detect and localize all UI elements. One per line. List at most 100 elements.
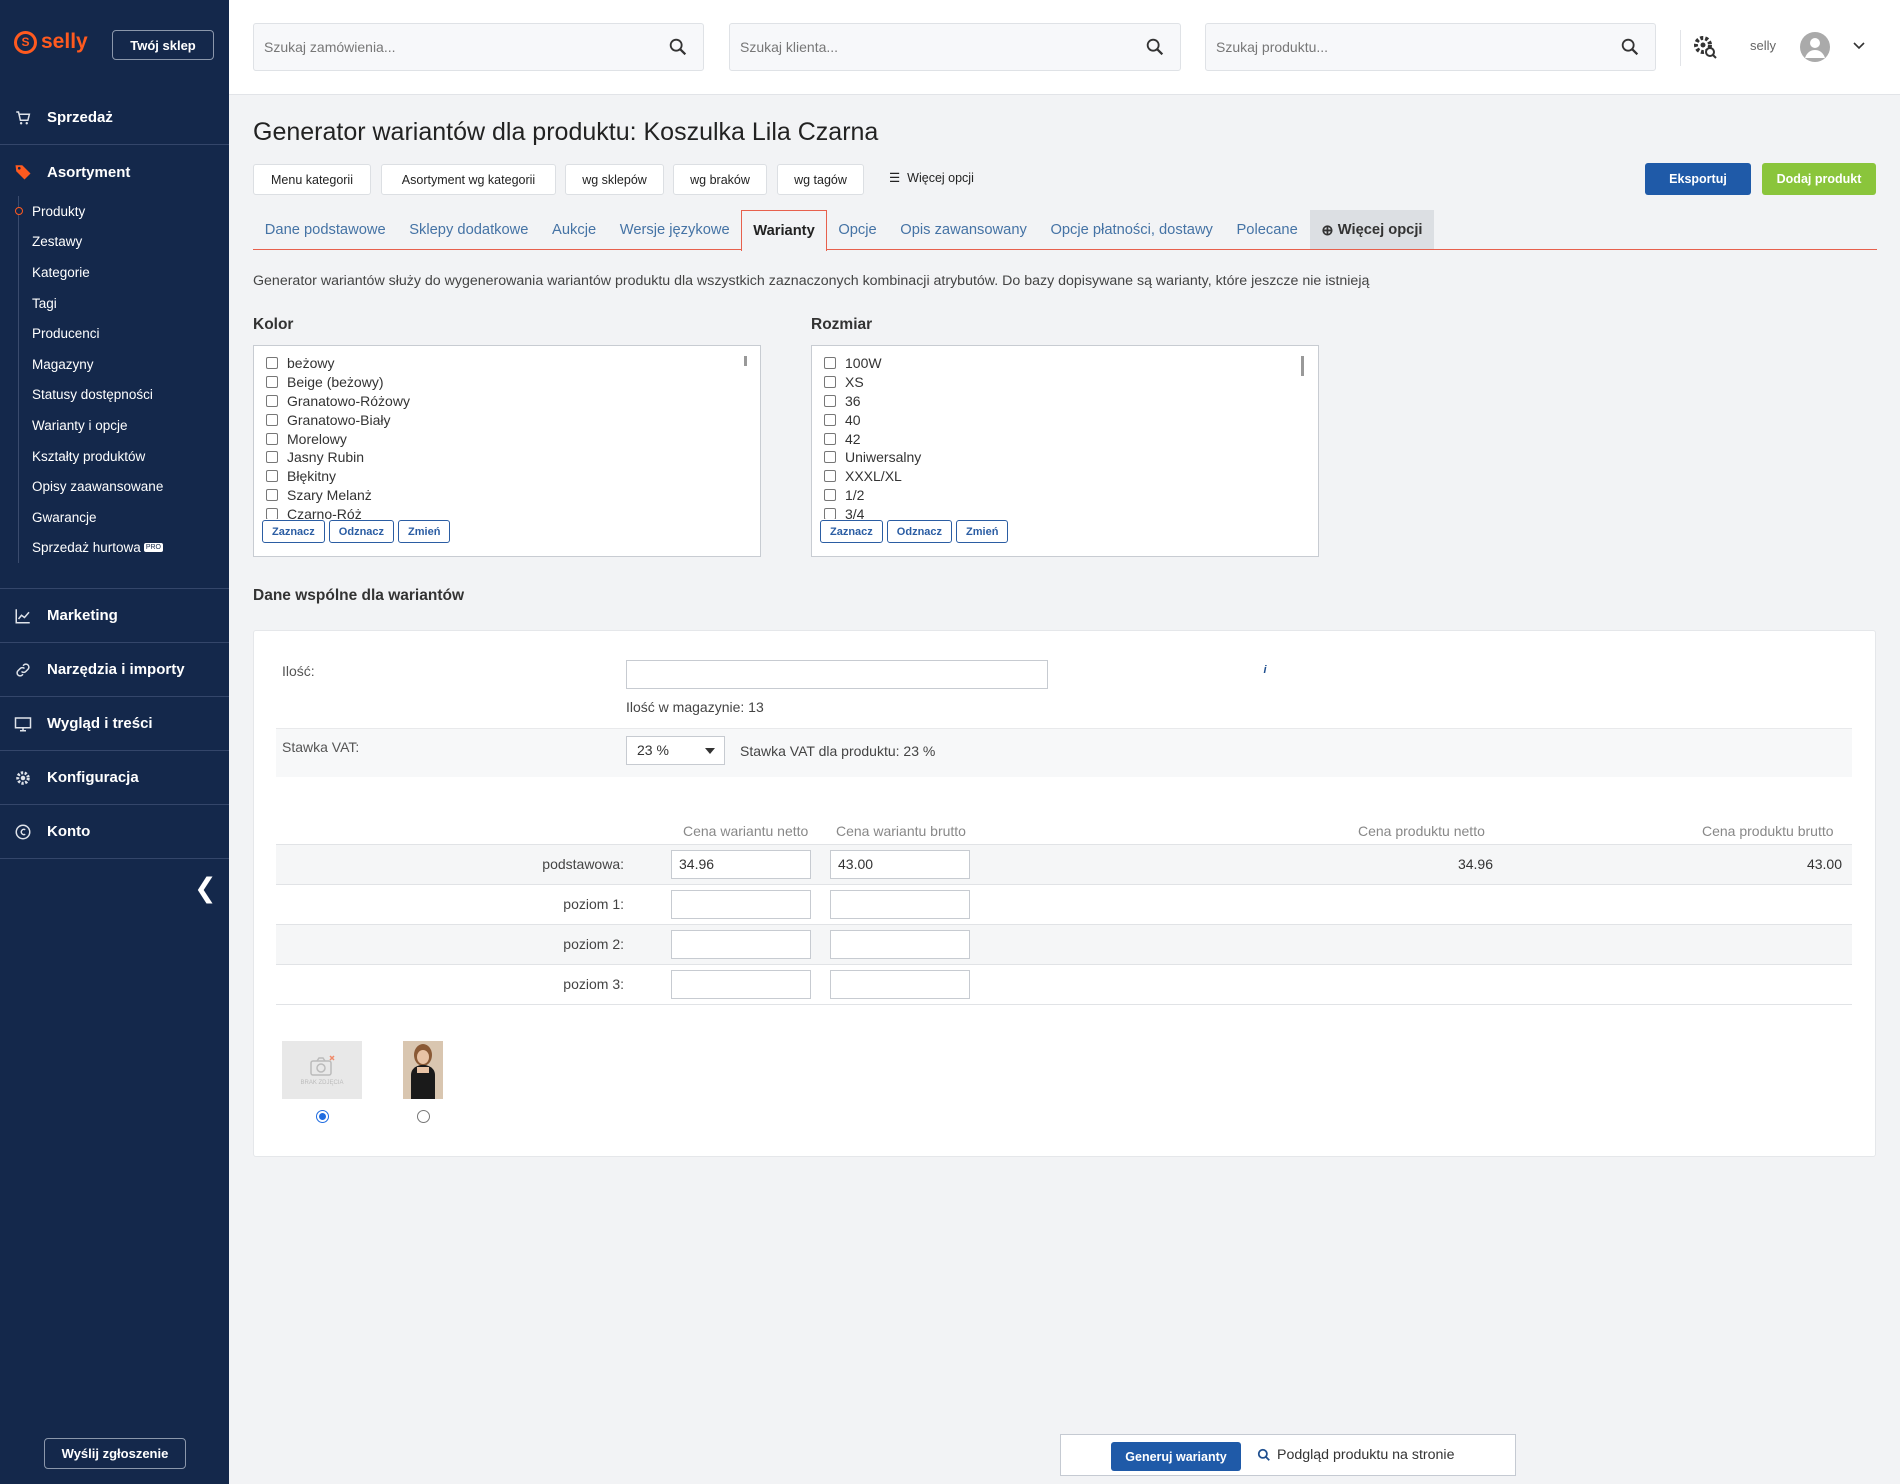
send-report-button[interactable]: Wyślij zgłoszenie — [44, 1438, 186, 1469]
attribute-option[interactable]: XXXL/XL — [824, 467, 1306, 486]
menu-kategorii-button[interactable]: Menu kategorii — [253, 164, 371, 195]
invert-button[interactable]: Zmień — [398, 520, 451, 543]
checkbox[interactable] — [824, 376, 836, 389]
attribute-option[interactable]: 100W — [824, 354, 1306, 373]
subnav-zestawy[interactable]: Zestawy — [19, 227, 218, 258]
checkbox[interactable] — [824, 470, 836, 483]
subnav-statusy[interactable]: Statusy dostępności — [19, 380, 218, 411]
subnav-producenci[interactable]: Producenci — [19, 318, 218, 349]
checkbox[interactable] — [824, 451, 836, 464]
checkbox[interactable] — [824, 488, 836, 501]
subnav-warianty-opcje[interactable]: Warianty i opcje — [19, 410, 218, 441]
tab-aukcje[interactable]: Aukcje — [540, 210, 608, 249]
product-image-thumbnail[interactable] — [403, 1041, 443, 1099]
checkbox[interactable] — [266, 451, 278, 464]
asortyment-wg-kategorii-button[interactable]: Asortyment wg kategorii — [381, 164, 556, 195]
uncheck-all-button[interactable]: Odznacz — [328, 520, 395, 543]
search-icon[interactable] — [1619, 36, 1641, 58]
nav-marketing[interactable]: Marketing — [0, 589, 229, 643]
search-orders-input[interactable]: Szukaj zamówienia... — [253, 23, 704, 71]
check-all-button[interactable]: Zaznacz — [262, 520, 325, 543]
subnav-magazyny[interactable]: Magazyny — [19, 349, 218, 380]
tab-sklepy-dodatkowe[interactable]: Sklepy dodatkowe — [397, 210, 540, 249]
preview-product-link[interactable]: Podgląd produktu na stronie — [1257, 1447, 1454, 1463]
tab-wiecej-opcji[interactable]: ⊕ Więcej opcji — [1309, 210, 1435, 249]
add-product-button[interactable]: Dodaj produkt — [1762, 163, 1876, 195]
nav-wyglad[interactable]: Wygląd i treści — [0, 697, 229, 751]
checkbox[interactable] — [266, 470, 278, 483]
scrollbar[interactable] — [744, 356, 747, 366]
attribute-option[interactable]: 42 — [824, 429, 1306, 448]
nav-narzedzia[interactable]: Narzędzia i importy — [0, 643, 229, 697]
subnav-ksztalty[interactable]: Kształty produktów — [19, 441, 218, 472]
attribute-option[interactable]: Uniwersalny — [824, 448, 1306, 467]
checkbox[interactable] — [266, 357, 278, 370]
variant-gross-input[interactable] — [830, 970, 970, 999]
tab-polecane[interactable]: Polecane — [1225, 210, 1310, 249]
checkbox[interactable] — [266, 432, 278, 445]
wg-sklepow-button[interactable]: wg sklepów — [565, 164, 664, 195]
variant-gross-input[interactable]: 43.00 — [830, 850, 970, 879]
variant-gross-input[interactable] — [830, 930, 970, 959]
checkbox[interactable] — [824, 394, 836, 407]
attribute-option[interactable]: XS — [824, 373, 1306, 392]
variant-net-input[interactable] — [671, 970, 811, 999]
avatar[interactable] — [1800, 32, 1830, 62]
checkbox[interactable] — [824, 413, 836, 426]
checkbox[interactable] — [266, 394, 278, 407]
subnav-tagi[interactable]: Tagi — [19, 288, 218, 319]
uncheck-all-button[interactable]: Odznacz — [886, 520, 953, 543]
attribute-list[interactable]: 100W XS 36 40 42 Uniwersalny XXXL/XL 1/2… — [824, 354, 1306, 519]
checkbox[interactable] — [266, 488, 278, 501]
scrollbar[interactable] — [1301, 356, 1304, 376]
no-image-thumbnail[interactable]: BRAK ZDJĘCIA — [282, 1041, 362, 1099]
wg-brakow-button[interactable]: wg braków — [673, 164, 767, 195]
image-radio[interactable] — [417, 1110, 430, 1123]
subnav-produkty[interactable]: Produkty — [15, 196, 218, 227]
tab-wersje-jezykowe[interactable]: Wersje językowe — [608, 210, 742, 249]
attribute-option[interactable]: 1/2 — [824, 486, 1306, 505]
checkbox[interactable] — [266, 507, 278, 519]
subnav-gwarancje[interactable]: Gwarancje — [19, 502, 218, 533]
info-icon[interactable]: i — [1257, 662, 1273, 678]
search-icon[interactable] — [1144, 36, 1166, 58]
attribute-option[interactable]: Granatowo-Różowy — [266, 392, 748, 411]
checkbox[interactable] — [266, 413, 278, 426]
nav-konto[interactable]: Konto — [0, 805, 229, 859]
checkbox[interactable] — [266, 376, 278, 389]
checkbox[interactable] — [824, 357, 836, 370]
subnav-kategorie[interactable]: Kategorie — [19, 257, 218, 288]
nav-konfiguracja[interactable]: Konfiguracja — [0, 751, 229, 805]
chevron-down-icon[interactable] — [1851, 37, 1867, 53]
checkbox[interactable] — [824, 507, 836, 519]
user-name[interactable]: selly — [1750, 38, 1776, 53]
subnav-sprzedaz-hurtowa[interactable]: Sprzedaż hurtowa PRO — [19, 533, 218, 564]
attribute-option[interactable]: Granatowo-Biały — [266, 410, 748, 429]
attribute-option[interactable]: Czarno-Róż — [266, 504, 748, 519]
variant-net-input[interactable] — [671, 930, 811, 959]
attribute-option[interactable]: beżowy — [266, 354, 748, 373]
attribute-option[interactable]: 40 — [824, 410, 1306, 429]
attribute-option[interactable]: Jasny Rubin — [266, 448, 748, 467]
generate-variants-button[interactable]: Generuj warianty — [1111, 1442, 1241, 1471]
collapse-sidebar-icon[interactable]: ❮ — [194, 873, 217, 904]
attribute-option[interactable]: 36 — [824, 392, 1306, 411]
attribute-option[interactable]: Szary Melanż — [266, 486, 748, 505]
attribute-option[interactable]: Beige (beżowy) — [266, 373, 748, 392]
invert-button[interactable]: Zmień — [956, 520, 1009, 543]
nav-asortyment[interactable]: Asortyment — [0, 145, 229, 199]
more-options-menu[interactable]: ☰ Więcej opcji — [889, 170, 974, 185]
tab-dane-podstawowe[interactable]: Dane podstawowe — [253, 210, 397, 249]
attribute-option[interactable]: Morelowy — [266, 429, 748, 448]
nav-sprzedaz[interactable]: Sprzedaż — [0, 91, 229, 145]
check-all-button[interactable]: Zaznacz — [820, 520, 883, 543]
checkbox[interactable] — [824, 432, 836, 445]
settings-search-icon[interactable] — [1692, 34, 1718, 60]
variant-net-input[interactable] — [671, 890, 811, 919]
subnav-opisy[interactable]: Opisy zaawansowane — [19, 471, 218, 502]
image-radio-selected[interactable] — [316, 1110, 329, 1123]
tab-opcje-platnosci[interactable]: Opcje płatności, dostawy — [1039, 210, 1225, 249]
search-products-input[interactable]: Szukaj produktu... — [1205, 23, 1656, 71]
your-shop-button[interactable]: Twój sklep — [112, 30, 214, 60]
vat-select[interactable]: 23 % — [626, 736, 725, 765]
